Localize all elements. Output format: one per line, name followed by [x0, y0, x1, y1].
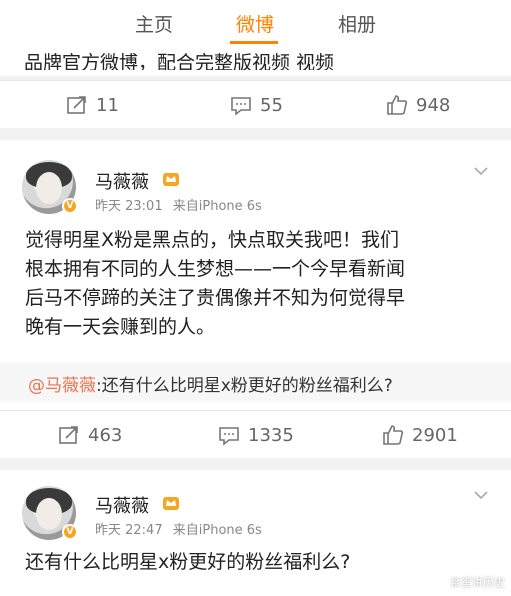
repost-icon	[67, 96, 86, 114]
like-button[interactable]: 2901	[382, 423, 458, 447]
mention-link[interactable]: @马薇薇	[28, 376, 96, 396]
post-time: 昨天 23:01 来自iPhone 6s	[95, 199, 262, 214]
previous-post-text: 品牌官方微博，配合完整版视频 视频	[24, 48, 504, 70]
chevron-down-icon[interactable]	[474, 166, 488, 176]
author-name[interactable]: 马薇薇	[95, 492, 149, 518]
post-card: V 马薇薇 昨天 22:47 来自iPhone 6s 还有什么比明星x粉更好的粉…	[0, 470, 511, 596]
post-time: 昨天 22:47 来自iPhone 6s	[95, 523, 262, 538]
comment-count: 1335	[248, 424, 294, 446]
thumbs-up-icon	[387, 95, 408, 115]
previous-post-action-bar: 11 55 948	[0, 80, 511, 128]
chevron-down-icon[interactable]	[474, 490, 488, 500]
post-body: 觉得明星X粉是黑点的，快点取关我吧！我们 根本拥有不同的人生梦想——一个今早看新…	[25, 229, 406, 338]
watermark: 食堂讲历史	[450, 576, 505, 589]
comment-count: 55	[260, 94, 283, 116]
previous-post-card: 品牌官方微博，配合完整版视频 视频	[0, 44, 511, 76]
repost-count: 463	[88, 424, 123, 446]
post-body: 还有什么比明星x粉更好的粉丝福利么?	[25, 551, 351, 573]
author-name[interactable]: 马薇薇	[95, 168, 149, 194]
comment-button[interactable]: 1335	[218, 423, 294, 447]
like-count: 948	[416, 94, 451, 116]
crown-vip-icon	[163, 173, 179, 186]
repost-quote-text: :还有什么比明星x粉更好的粉丝福利么?	[96, 376, 393, 396]
like-count: 2901	[412, 424, 458, 446]
thumbs-up-icon	[383, 425, 404, 445]
post-card: V 马薇薇 昨天 23:01 来自iPhone 6s 觉得明星X粉是黑点的，快点…	[0, 140, 511, 410]
crown-vip-icon	[163, 497, 179, 510]
repost-quote[interactable]: @马薇薇:还有什么比明星x粉更好的粉丝福利么?	[0, 362, 511, 402]
tab-weibo[interactable]: 微博	[236, 10, 274, 37]
repost-count: 11	[96, 94, 119, 116]
verified-badge-icon: V	[62, 524, 78, 540]
tab-home[interactable]: 主页	[135, 10, 173, 37]
post-action-bar: 463 1335 2901	[0, 410, 511, 458]
comment-button[interactable]: 55	[230, 93, 283, 117]
repost-button[interactable]: 463	[58, 423, 122, 447]
profile-tab-bar: 主页 微博 相册	[0, 0, 511, 44]
comment-icon	[231, 97, 251, 116]
verified-badge-icon: V	[62, 198, 78, 214]
repost-button[interactable]: 11	[66, 93, 119, 117]
repost-icon	[59, 426, 78, 444]
tab-album[interactable]: 相册	[338, 10, 376, 37]
comment-icon	[219, 427, 239, 446]
like-button[interactable]: 948	[386, 93, 450, 117]
